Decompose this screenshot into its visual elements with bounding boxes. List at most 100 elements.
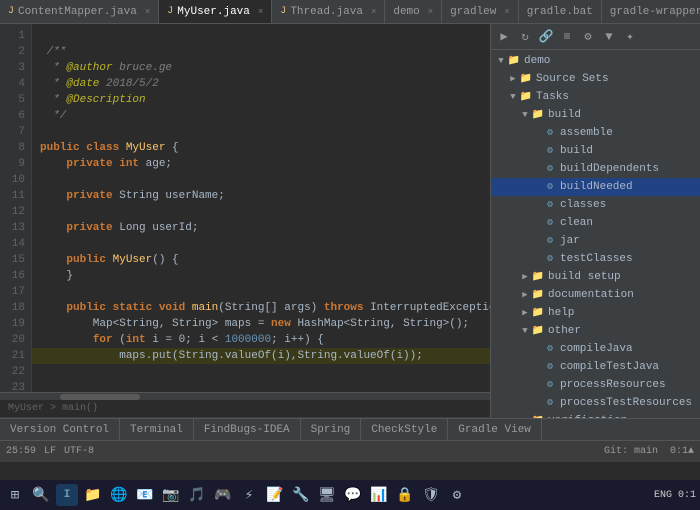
tab-gradlebat[interactable]: gradle.bat	[519, 0, 602, 24]
explorer-icon[interactable]: 📁	[82, 484, 104, 506]
gradle-task-compiletestjava[interactable]: ⚙ compileTestJava	[491, 358, 700, 376]
bottom-tab-versioncontrol[interactable]: Version Control	[0, 419, 120, 441]
bottom-tab-findbugs[interactable]: FindBugs-IDEA	[194, 419, 301, 441]
arrow-icon	[531, 253, 543, 265]
gradle-task-processtestresources[interactable]: ⚙ processTestResources	[491, 394, 700, 412]
browser-icon[interactable]: 🌐	[108, 484, 130, 506]
tab-close[interactable]: ×	[258, 7, 263, 17]
arrow-icon	[531, 199, 543, 211]
arrow-icon	[531, 163, 543, 175]
tools-icon[interactable]: 🔧	[290, 484, 312, 506]
gradle-task-processresources[interactable]: ⚙ processResources	[491, 376, 700, 394]
settings-icon[interactable]: ⚙	[446, 484, 468, 506]
refresh-button[interactable]: ↻	[516, 28, 534, 46]
music-icon[interactable]: 🎵	[186, 484, 208, 506]
camera-icon[interactable]: 📷	[160, 484, 182, 506]
gradle-task-builddependents[interactable]: ⚙ buildDependents	[491, 160, 700, 178]
gradle-toolbar: ▶ ↻ 🔗 ≡ ⚙ ▼ ✦	[491, 24, 700, 50]
arrow-icon: ▼	[519, 109, 531, 121]
shield-icon[interactable]: 🛡	[420, 484, 442, 506]
arrow-icon: ▶	[507, 73, 519, 85]
mail-icon[interactable]: 📧	[134, 484, 156, 506]
gradle-task-classes[interactable]: ⚙ classes	[491, 196, 700, 214]
gradle-task-testclasses[interactable]: ⚙ testClasses	[491, 250, 700, 268]
power-icon[interactable]: ⚡	[238, 484, 260, 506]
expand-button[interactable]: ≡	[558, 28, 576, 46]
gradle-node-sourcesets[interactable]: ▶ 📁 Source Sets	[491, 70, 700, 88]
breadcrumb: MyUser > main()	[0, 400, 490, 418]
gradle-task-jar[interactable]: ⚙ jar	[491, 232, 700, 250]
bottom-tab-checkstyle[interactable]: CheckStyle	[361, 419, 448, 441]
task-icon: ⚙	[543, 342, 557, 356]
star-button[interactable]: ✦	[621, 28, 639, 46]
settings-button[interactable]: ⚙	[579, 28, 597, 46]
code-content[interactable]: /** * @author bruce.ge * @date 2018/5/2 …	[32, 24, 490, 392]
arrow-icon: ▶	[519, 271, 531, 283]
arrow-icon: ▶	[519, 307, 531, 319]
display-icon[interactable]: 🖥	[316, 484, 338, 506]
search-icon[interactable]: 🔍	[30, 484, 52, 506]
gradle-task-clean[interactable]: ⚙ clean	[491, 214, 700, 232]
gradle-task-assemble[interactable]: ⚙ assemble	[491, 124, 700, 142]
bottom-tab-gradleview[interactable]: Gradle View	[448, 419, 542, 441]
folder-icon: 📁	[531, 306, 545, 320]
dropdown-button[interactable]: ▼	[600, 28, 618, 46]
task-icon: ⚙	[543, 180, 557, 194]
gradle-node-build[interactable]: ▼ 📁 build	[491, 106, 700, 124]
folder-icon: 📁	[507, 54, 521, 68]
bottom-tab-terminal[interactable]: Terminal	[120, 419, 194, 441]
task-icon: ⚙	[543, 360, 557, 374]
gradle-node-demo[interactable]: ▼ 📁 demo	[491, 52, 700, 70]
lock-icon[interactable]: 🔒	[394, 484, 416, 506]
horizontal-scrollbar[interactable]	[0, 392, 490, 400]
tab-close[interactable]: ×	[145, 7, 150, 17]
tab-thread[interactable]: J Thread.java ×	[272, 0, 385, 24]
task-icon: ⚙	[543, 126, 557, 140]
java-icon: J	[8, 6, 14, 17]
task-icon: ⚙	[543, 216, 557, 230]
run-button[interactable]: ▶	[495, 28, 513, 46]
gradle-node-other[interactable]: ▼ 📁 other	[491, 322, 700, 340]
gradle-task-build[interactable]: ⚙ build	[491, 142, 700, 160]
java-icon: J	[280, 6, 286, 17]
arrow-icon	[531, 343, 543, 355]
link-button[interactable]: 🔗	[537, 28, 555, 46]
task-icon: ⚙	[543, 162, 557, 176]
tab-close[interactable]: ×	[371, 7, 376, 17]
intellij-icon[interactable]: I	[56, 484, 78, 506]
tab-gradlew[interactable]: gradlew ×	[442, 0, 519, 24]
editor-area: 12345 678910 1112131415 1617181920 21222…	[0, 24, 490, 418]
gradle-panel: ▶ ↻ 🔗 ≡ ⚙ ▼ ✦ ▼ 📁 demo ▶ 📁 Source Sets	[490, 24, 700, 418]
gradle-task-buildneeded[interactable]: ⚙ buildNeeded	[491, 178, 700, 196]
tab-gradlewrapper[interactable]: gradle-wrapper.properties	[602, 0, 700, 24]
status-bar: 25:59 LF UTF-8 Git: main 0:1▲	[0, 440, 700, 462]
tab-demo[interactable]: demo ×	[385, 0, 442, 24]
tab-myuser[interactable]: J MyUser.java ×	[159, 0, 272, 24]
chat-icon[interactable]: 💬	[342, 484, 364, 506]
gradle-tree: ▼ 📁 demo ▶ 📁 Source Sets ▼ 📁 Tasks ▼ 📁	[491, 50, 700, 418]
gradle-node-help[interactable]: ▶ 📁 help	[491, 304, 700, 322]
taskbar: ⊞ 🔍 I 📁 🌐 📧 📷 🎵 🎮 ⚡ 📝 🔧 🖥 💬 📊 🔒 🛡 ⚙ ENG …	[0, 480, 700, 510]
status-position: 25:59	[6, 446, 36, 457]
gradle-node-buildsetup[interactable]: ▶ 📁 build setup	[491, 268, 700, 286]
bottom-tab-spring[interactable]: Spring	[301, 419, 362, 441]
task-icon: ⚙	[543, 144, 557, 158]
start-button[interactable]: ⊞	[4, 484, 26, 506]
tab-close[interactable]: ×	[428, 7, 433, 17]
tab-contentmapper[interactable]: J ContentMapper.java ×	[0, 0, 159, 24]
taskbar-lang: ENG	[654, 490, 672, 501]
folder-icon: 📁	[531, 108, 545, 122]
gradle-task-compilejava[interactable]: ⚙ compileJava	[491, 340, 700, 358]
notes-icon[interactable]: 📝	[264, 484, 286, 506]
game-icon[interactable]: 🎮	[212, 484, 234, 506]
line-numbers: 12345 678910 1112131415 1617181920 21222…	[0, 24, 32, 392]
gradle-node-tasks[interactable]: ▼ 📁 Tasks	[491, 88, 700, 106]
folder-icon: 📁	[531, 288, 545, 302]
status-encoding: UTF-8	[64, 446, 94, 457]
chart-icon[interactable]: 📊	[368, 484, 390, 506]
arrow-icon	[531, 181, 543, 193]
gradle-node-documentation[interactable]: ▶ 📁 documentation	[491, 286, 700, 304]
gradle-node-verification[interactable]: ▶ 📁 verification	[491, 412, 700, 418]
arrow-icon	[531, 235, 543, 247]
tab-close[interactable]: ×	[504, 7, 509, 17]
